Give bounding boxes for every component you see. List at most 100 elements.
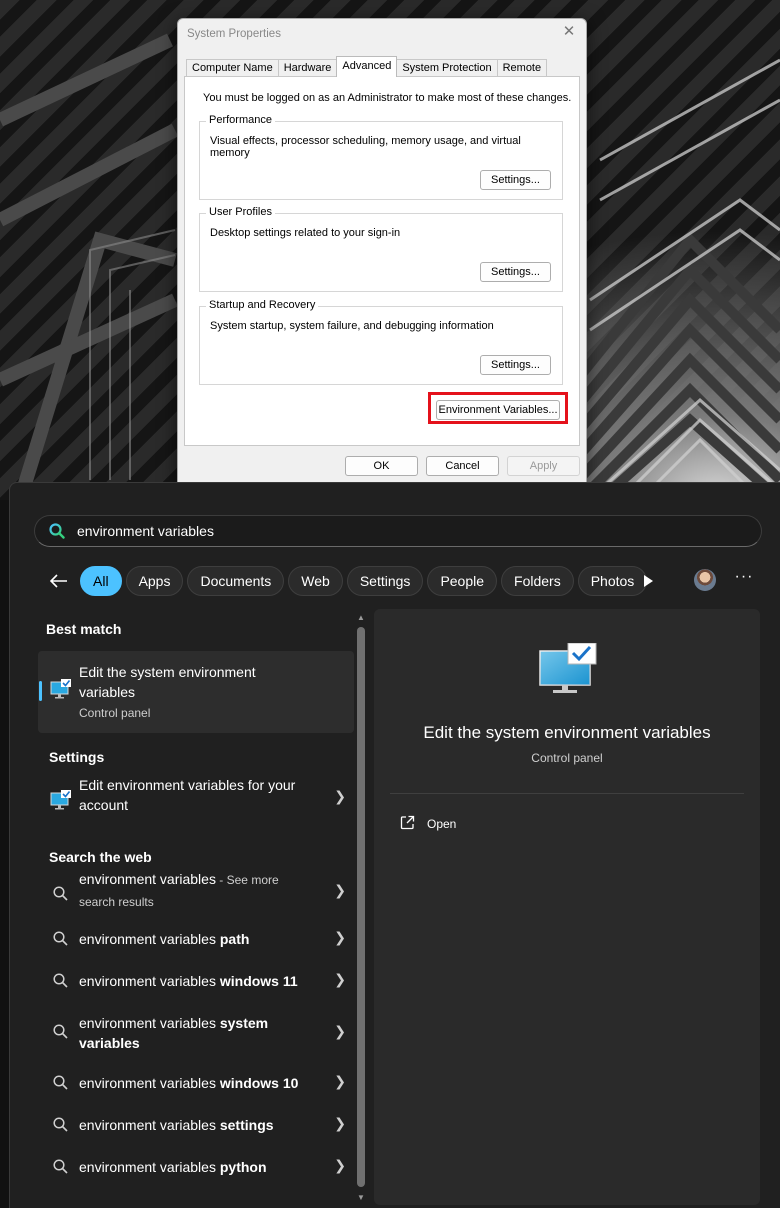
- more-filters-arrow-icon[interactable]: [643, 574, 653, 592]
- search-web-heading: Search the web: [49, 849, 152, 865]
- web-result[interactable]: environment variables path ❯: [38, 925, 354, 955]
- search-icon: [53, 931, 68, 949]
- admin-note: You must be logged on as an Administrato…: [203, 92, 572, 104]
- tab-system-protection[interactable]: System Protection: [396, 59, 498, 77]
- scroll-down-icon[interactable]: ▼: [357, 1193, 365, 1202]
- filter-settings[interactable]: Settings: [346, 566, 424, 596]
- search-icon: [53, 1075, 68, 1093]
- search-icon: [49, 523, 65, 544]
- tab-hardware[interactable]: Hardware: [277, 59, 338, 77]
- open-action[interactable]: Open: [400, 815, 456, 833]
- cancel-button[interactable]: Cancel: [426, 456, 499, 476]
- chevron-right-icon: ❯: [334, 929, 346, 945]
- web-result[interactable]: environment variables python ❯: [38, 1153, 354, 1183]
- open-label: Open: [427, 817, 457, 831]
- results-scrollbar[interactable]: ▲ ▼: [354, 611, 368, 1207]
- chevron-right-icon: ❯: [334, 1115, 346, 1131]
- best-match-subtitle: Control panel: [79, 706, 151, 720]
- web-result-bold: python: [219, 1159, 267, 1175]
- chevron-right-icon: ❯: [334, 788, 346, 804]
- web-result-text: environment variables: [79, 1159, 220, 1175]
- web-result-bold: settings: [219, 1117, 274, 1133]
- chevron-right-icon: ❯: [334, 1157, 346, 1173]
- close-icon[interactable]: ✕: [561, 24, 577, 40]
- selection-accent: [39, 681, 42, 701]
- startup-recovery-legend: Startup and Recovery: [206, 299, 319, 311]
- see-more-line2: search results: [79, 895, 154, 909]
- control-panel-icon: [50, 679, 72, 702]
- web-result-text: environment variables: [79, 1075, 220, 1091]
- control-panel-small-icon: [50, 790, 72, 813]
- user-profiles-description: Desktop settings related to your sign-in: [210, 227, 401, 239]
- web-result-text: environment variables: [79, 973, 220, 989]
- performance-group: Performance Visual effects, processor sc…: [199, 114, 563, 200]
- web-result[interactable]: environment variables system variables ❯: [38, 1009, 354, 1055]
- web-result-text: environment variables: [79, 931, 220, 947]
- filter-people[interactable]: People: [427, 566, 498, 596]
- settings-result[interactable]: Edit environment variables for your acco…: [38, 769, 354, 831]
- start-search-panel: All Apps Documents Web Settings People F…: [9, 482, 780, 1208]
- web-result[interactable]: environment variables - See more search …: [38, 871, 354, 917]
- startup-recovery-group: Startup and Recovery System startup, sys…: [199, 299, 563, 385]
- search-icon: [53, 973, 68, 991]
- tab-advanced[interactable]: Advanced: [336, 56, 398, 77]
- system-properties-dialog: System Properties ✕ Computer Name Hardwa…: [177, 18, 587, 483]
- advanced-tab-panel: You must be logged on as an Administrato…: [184, 76, 580, 446]
- web-result[interactable]: environment variables settings ❯: [38, 1111, 354, 1141]
- web-result-text: environment variables: [79, 871, 216, 887]
- web-result[interactable]: environment variables windows 11 ❯: [38, 967, 354, 997]
- best-match-result[interactable]: Edit the system environment variables Co…: [38, 651, 354, 733]
- performance-settings-button[interactable]: Settings...: [480, 170, 551, 190]
- settings-title-line2: account: [79, 797, 129, 813]
- scroll-up-icon[interactable]: ▲: [357, 613, 365, 622]
- search-icon: [53, 1117, 68, 1135]
- apply-button[interactable]: Apply: [507, 456, 580, 476]
- search-icon: [53, 1024, 68, 1042]
- search-box[interactable]: [34, 515, 762, 547]
- chevron-right-icon: ❯: [334, 882, 346, 898]
- user-profiles-legend: User Profiles: [206, 206, 275, 218]
- search-icon: [53, 1159, 68, 1177]
- chevron-right-icon: ❯: [334, 1073, 346, 1089]
- best-match-heading: Best match: [46, 621, 122, 637]
- scrollbar-thumb[interactable]: [357, 627, 365, 1187]
- highlight-box: [428, 392, 568, 424]
- search-icon: [53, 886, 68, 904]
- filter-folders[interactable]: Folders: [501, 566, 574, 596]
- web-result[interactable]: environment variables windows 10 ❯: [38, 1069, 354, 1099]
- control-panel-large-icon: [538, 642, 598, 700]
- web-result-text: environment variables: [79, 1117, 220, 1133]
- best-match-title-line2: variables: [79, 684, 136, 700]
- user-profiles-settings-button[interactable]: Settings...: [480, 262, 551, 282]
- chevron-right-icon: ❯: [334, 971, 346, 987]
- best-match-title-line1: Edit the system environment: [79, 664, 256, 680]
- filter-documents[interactable]: Documents: [187, 566, 285, 596]
- detail-subtitle: Control panel: [531, 751, 603, 765]
- dialog-title: System Properties: [187, 28, 281, 40]
- filter-apps[interactable]: Apps: [125, 566, 184, 596]
- detail-pane: Edit the system environment variables Co…: [374, 609, 760, 1205]
- settings-title-line1: Edit environment variables for your: [79, 777, 296, 793]
- detail-divider: [390, 793, 744, 794]
- filter-all[interactable]: All: [80, 566, 122, 596]
- tab-computer-name[interactable]: Computer Name: [186, 59, 279, 77]
- tab-remote[interactable]: Remote: [496, 59, 548, 77]
- startup-recovery-settings-button[interactable]: Settings...: [480, 355, 551, 375]
- settings-heading: Settings: [49, 749, 105, 765]
- chevron-right-icon: ❯: [334, 1023, 346, 1039]
- more-options-icon[interactable]: ···: [734, 569, 754, 591]
- detail-title: Edit the system environment variables: [423, 723, 711, 742]
- back-arrow-icon[interactable]: [44, 566, 74, 596]
- open-external-icon: [400, 815, 415, 833]
- search-input[interactable]: [77, 521, 677, 541]
- web-result-bold: path: [219, 931, 250, 947]
- user-avatar[interactable]: [694, 569, 716, 591]
- results-list: Best match Edit the system environment v…: [38, 609, 354, 1208]
- filter-photos[interactable]: Photos: [577, 566, 648, 596]
- filter-bar: All Apps Documents Web Settings People F…: [44, 565, 651, 597]
- filter-web[interactable]: Web: [288, 566, 343, 596]
- ok-button[interactable]: OK: [345, 456, 418, 476]
- dialog-tabs: Computer Name Hardware Advanced System P…: [186, 56, 548, 77]
- performance-description: Visual effects, processor scheduling, me…: [210, 135, 521, 159]
- web-result-text: environment variables: [79, 1015, 220, 1031]
